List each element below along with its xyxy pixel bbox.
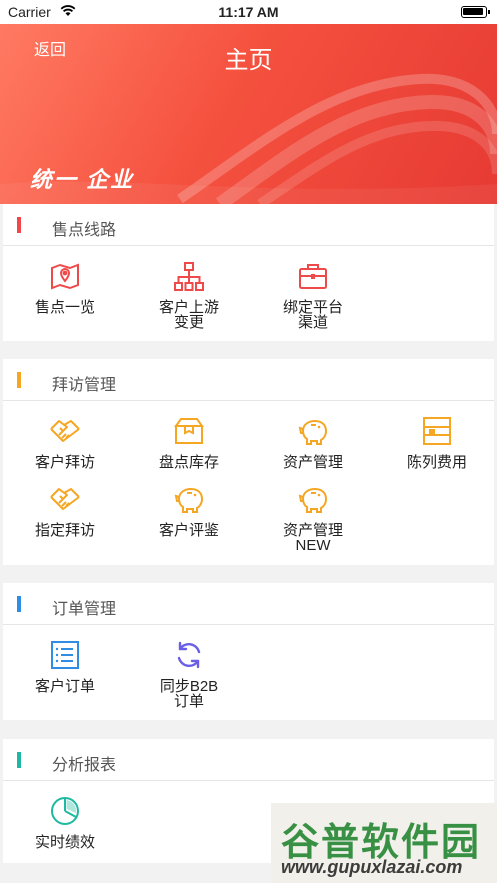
status-bar: Carrier 11:17 AM bbox=[0, 0, 497, 24]
menu-item-label: 绑定平台渠道 bbox=[282, 299, 343, 331]
section-accent-bar bbox=[17, 596, 21, 612]
menu-item-asset-management[interactable]: 资产管理 bbox=[251, 415, 375, 470]
menu-item-label: 资产管理 bbox=[282, 454, 343, 471]
menu-item-inventory-count[interactable]: 盘点库存 bbox=[127, 415, 251, 470]
menu-item-sync-b2b-orders[interactable]: 同步B2B订单 bbox=[127, 639, 251, 709]
menu-item-label: 客户订单 bbox=[34, 678, 95, 695]
menu-item-assigned-visit[interactable]: 指定拜访 bbox=[3, 483, 127, 538]
status-time: 11:17 AM bbox=[218, 4, 279, 20]
header-banner: 返回 主页 统一 企业 bbox=[0, 24, 497, 204]
section-header: 售点线路 bbox=[3, 204, 494, 246]
section-order-management: 订单管理 客户订单 同步B2B订单 bbox=[3, 583, 494, 720]
piggy-bank-icon bbox=[298, 487, 328, 513]
menu-item-label: 客户上游变更 bbox=[158, 299, 219, 331]
menu-item-upstream-change[interactable]: 客户上游变更 bbox=[127, 260, 251, 330]
section-accent-bar bbox=[17, 752, 21, 768]
sync-icon bbox=[177, 641, 201, 669]
piggy-bank-icon bbox=[298, 419, 328, 445]
section-header: 拜访管理 bbox=[3, 359, 494, 401]
section-title: 拜访管理 bbox=[52, 377, 117, 394]
section-title: 售点线路 bbox=[52, 222, 117, 239]
watermark-url: www.gupuxlazai.com bbox=[281, 857, 463, 877]
menu-item-asset-management-new[interactable]: 资产管理NEW bbox=[251, 483, 375, 553]
menu-item-real-time-performance[interactable]: 实时绩效 bbox=[3, 795, 127, 850]
menu-item-bind-channel[interactable]: 绑定平台渠道 bbox=[251, 260, 375, 330]
menu-item-label: 客户评鉴 bbox=[158, 522, 219, 539]
menu-item-outlet-list[interactable]: 售点一览 bbox=[3, 260, 127, 315]
section-outlet-routes: 售点线路 售点一览 客户上游变更 绑定平台渠道 bbox=[3, 204, 494, 341]
menu-item-label: 售点一览 bbox=[34, 299, 95, 316]
page-title: 主页 bbox=[224, 47, 273, 74]
menu-item-label: 指定拜访 bbox=[34, 522, 95, 539]
menu-item-customer-visit[interactable]: 客户拜访 bbox=[3, 415, 127, 470]
menu-item-label: 陈列费用 bbox=[406, 454, 467, 471]
menu-item-label: 资产管理NEW bbox=[282, 522, 343, 554]
section-title: 分析报表 bbox=[52, 757, 117, 774]
box-icon bbox=[174, 418, 204, 444]
org-chart-icon bbox=[174, 262, 204, 291]
site-watermark: 谷普软件园 www.gupuxlazai.com bbox=[271, 803, 497, 883]
handshake-icon bbox=[50, 488, 80, 510]
pie-chart-icon bbox=[51, 797, 79, 825]
menu-item-label: 实时绩效 bbox=[34, 834, 95, 851]
brand-logo: 统一 企业 bbox=[30, 167, 135, 192]
section-header: 订单管理 bbox=[3, 583, 494, 625]
section-title: 订单管理 bbox=[52, 601, 117, 618]
menu-item-label: 客户拜访 bbox=[34, 454, 95, 471]
piggy-bank-icon bbox=[174, 487, 204, 513]
handshake-icon bbox=[50, 420, 80, 442]
toolbox-icon bbox=[299, 264, 327, 289]
menu-item-customer-orders[interactable]: 客户订单 bbox=[3, 639, 127, 694]
menu-item-label: 同步B2B订单 bbox=[159, 678, 219, 710]
menu-item-display-fees[interactable]: 陈列费用 bbox=[375, 415, 497, 470]
menu-item-label: 盘点库存 bbox=[158, 454, 219, 471]
shelf-icon bbox=[423, 417, 451, 445]
menu-item-customer-evaluation[interactable]: 客户评鉴 bbox=[127, 483, 251, 538]
list-icon bbox=[51, 641, 79, 669]
map-icon bbox=[51, 263, 79, 290]
section-accent-bar bbox=[17, 372, 21, 388]
section-header: 分析报表 bbox=[3, 739, 494, 781]
section-visit-management: 拜访管理 客户拜访 盘点库存 资产管理 陈列费用 指定拜访 客户评鉴 资产管理N… bbox=[3, 359, 494, 565]
battery-icon bbox=[461, 6, 490, 18]
section-accent-bar bbox=[17, 217, 21, 233]
